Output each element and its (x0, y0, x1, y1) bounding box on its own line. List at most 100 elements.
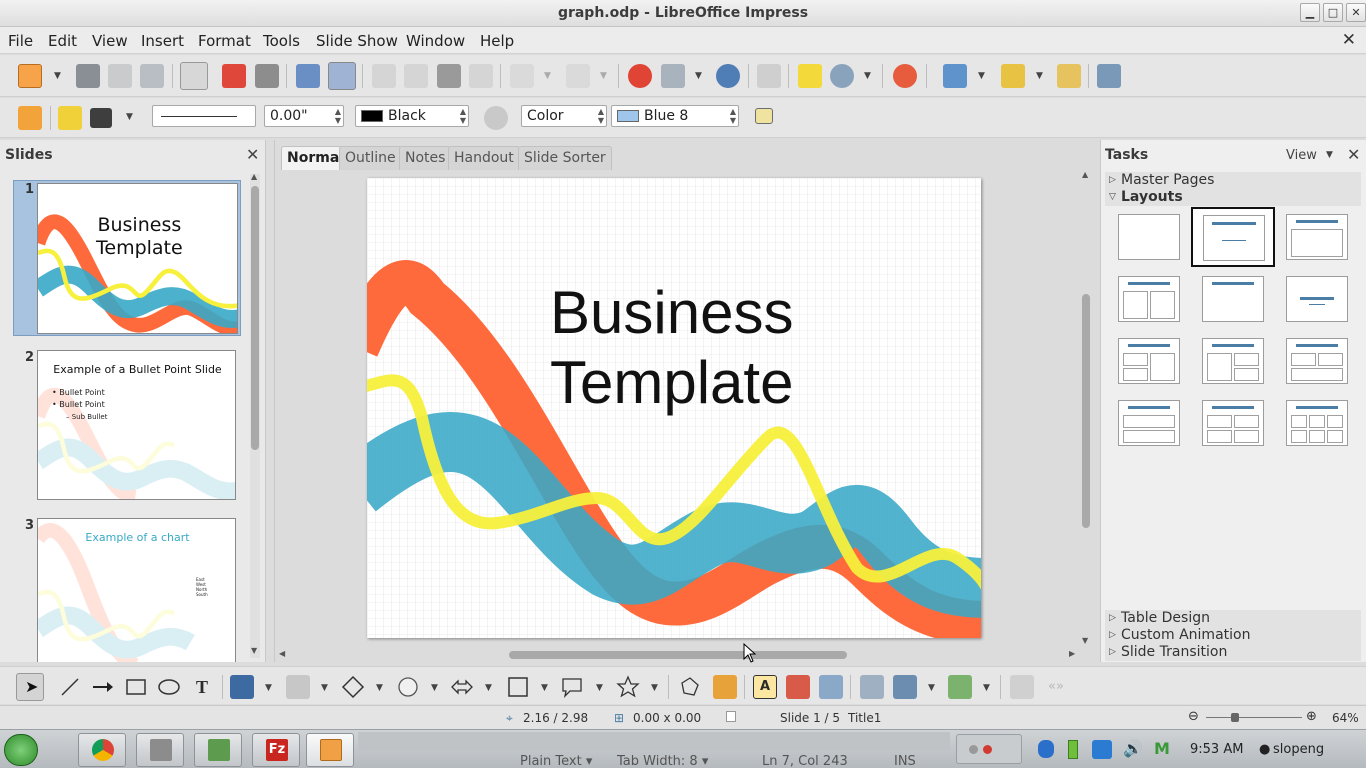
taskbar-chrome[interactable] (78, 733, 126, 767)
workspace-scroll-right-icon[interactable]: ▶ (1069, 649, 1075, 658)
tasks-view-menu[interactable]: View (1286, 148, 1317, 163)
minimize-button[interactable]: ▁ (1300, 3, 1320, 22)
arrow-style-dropdown-icon[interactable]: ▼ (126, 112, 133, 122)
toggle-extrusion-icon[interactable] (1010, 675, 1034, 699)
layout-title-2-content[interactable] (1118, 276, 1180, 322)
connector-dropdown-icon[interactable]: ▼ (321, 683, 328, 693)
clock[interactable]: 9:53 AM (1190, 742, 1243, 757)
menu-edit[interactable]: Edit (48, 32, 77, 50)
spellcheck-icon[interactable] (296, 64, 320, 88)
workspace-vertical-thumb[interactable] (1082, 294, 1090, 528)
basic-shapes-icon[interactable] (341, 675, 365, 699)
autospellcheck-icon[interactable] (328, 62, 356, 90)
styles-formatting-icon[interactable] (18, 106, 42, 130)
slide-layout-dropdown-icon[interactable]: ▼ (978, 71, 985, 81)
redo-dropdown-icon[interactable]: ▼ (600, 71, 607, 81)
close-document-button[interactable]: ✕ (1342, 30, 1356, 50)
area-fill-spinner-icon[interactable]: ▲ ▼ (730, 107, 736, 125)
slides-scrollbar[interactable]: ▲ ▼ (250, 172, 260, 658)
cut-icon[interactable] (372, 64, 396, 88)
arrow-style-icon[interactable] (90, 108, 112, 128)
flowchart-icon[interactable] (506, 675, 530, 699)
line-icon[interactable] (58, 106, 82, 130)
layout-title-6-content[interactable] (1286, 400, 1348, 446)
stars-icon[interactable] (616, 675, 640, 699)
layout-title-only[interactable] (1202, 276, 1264, 322)
table-dropdown-icon[interactable]: ▼ (695, 71, 702, 81)
line-color-select[interactable]: Black ▲ ▼ (355, 105, 469, 127)
tasks-view-dropdown-icon[interactable]: ▼ (1326, 150, 1333, 160)
layout-title-2top-content[interactable] (1286, 338, 1348, 384)
section-master-pages[interactable]: ▷ Master Pages (1105, 172, 1361, 189)
menu-tools[interactable]: Tools (263, 32, 300, 50)
tab-handout[interactable]: Handout (448, 146, 520, 170)
area-fill-select[interactable]: Blue 8 ▲ ▼ (611, 105, 739, 127)
layout-title-content-over-content[interactable] (1118, 400, 1180, 446)
interaction-icon[interactable]: «» (1044, 675, 1068, 699)
tab-outline[interactable]: Outline (339, 146, 402, 170)
undo-icon[interactable] (510, 64, 534, 88)
section-table-design[interactable]: ▷ Table Design (1105, 610, 1361, 627)
callouts-icon[interactable] (560, 675, 584, 699)
select-arrow-icon[interactable]: ➤ (16, 673, 44, 701)
curve-dropdown-icon[interactable]: ▼ (265, 683, 272, 693)
stars-dropdown-icon[interactable]: ▼ (651, 683, 658, 693)
glue-points-icon[interactable] (713, 675, 737, 699)
paste-icon[interactable] (437, 64, 461, 88)
curve-tool-icon[interactable] (230, 675, 254, 699)
taskbar-window-switcher[interactable] (956, 734, 1022, 764)
zoom-level[interactable]: 64% (1332, 711, 1359, 725)
line-width-field[interactable]: 0.00" ▲ ▼ (264, 105, 344, 127)
open-icon[interactable] (76, 64, 100, 88)
text-tool-icon[interactable]: T (190, 675, 214, 699)
zoom-out-icon[interactable]: ⊖ (1188, 709, 1199, 724)
symbol-shapes-icon[interactable] (396, 675, 420, 699)
slide-thumbnail-1[interactable]: Business Template (37, 183, 238, 334)
line-color-spinner-icon[interactable]: ▲ ▼ (460, 107, 466, 125)
section-slide-transition[interactable]: ▷ Slide Transition (1105, 644, 1361, 661)
workspace-horizontal-thumb[interactable] (509, 651, 847, 659)
rectangle-tool-icon[interactable] (124, 675, 148, 699)
menu-view[interactable]: View (92, 32, 128, 50)
export-pdf-icon[interactable] (222, 64, 246, 88)
helplines-icon[interactable] (798, 64, 822, 88)
save-icon[interactable] (108, 64, 132, 88)
display-views-dropdown-icon[interactable]: ▼ (1036, 71, 1043, 81)
menu-format[interactable]: Format (198, 32, 251, 50)
tab-slide-sorter[interactable]: Slide Sorter (518, 146, 612, 170)
points-icon[interactable] (678, 675, 702, 699)
slides-scrollbar-thumb[interactable] (251, 186, 259, 450)
grid-icon[interactable] (757, 64, 781, 88)
zoom-slider-thumb[interactable] (1231, 713, 1239, 722)
layout-title-content[interactable] (1286, 214, 1348, 260)
zoom-icon[interactable] (830, 64, 854, 88)
section-custom-animation[interactable]: ▷ Custom Animation (1105, 627, 1361, 644)
block-arrows-icon[interactable] (450, 675, 474, 699)
email-icon[interactable] (140, 64, 164, 88)
wifi-icon[interactable] (1092, 740, 1112, 759)
menu-slide-show[interactable]: Slide Show (316, 32, 398, 50)
flowchart-dropdown-icon[interactable]: ▼ (541, 683, 548, 693)
arrange-icon[interactable] (948, 675, 972, 699)
slide-canvas[interactable]: Business Template (367, 178, 981, 638)
close-window-button[interactable]: ✕ (1346, 3, 1366, 22)
workspace-horizontal-scrollbar[interactable]: ◀ ▶ (279, 648, 1079, 662)
section-layouts[interactable]: ▽ Layouts (1105, 189, 1361, 206)
zoom-in-icon[interactable]: ⊕ (1306, 709, 1317, 724)
taskbar-filezilla[interactable]: Fz (252, 733, 300, 767)
area-style-select[interactable]: Color ▲ ▼ (521, 105, 607, 127)
line-width-spinner-icon[interactable]: ▲ ▼ (335, 107, 341, 125)
slide-thumbnail-3[interactable]: Example of a chart East West North South (37, 518, 236, 662)
layout-title-slide-selected[interactable] (1191, 207, 1275, 267)
new-document-icon[interactable] (18, 64, 42, 88)
tasks-pane-close-button[interactable]: ✕ (1347, 145, 1360, 164)
slide-title[interactable]: Business Template (550, 278, 793, 418)
slide-layout-icon[interactable] (943, 64, 967, 88)
arrange-dropdown-icon[interactable]: ▼ (983, 683, 990, 693)
layout-title-content-2right[interactable] (1202, 338, 1264, 384)
new-dropdown-icon[interactable]: ▼ (54, 71, 61, 81)
gallery-icon[interactable] (819, 675, 843, 699)
scroll-down-icon[interactable]: ▼ (251, 646, 257, 655)
menu-help[interactable]: Help (480, 32, 514, 50)
user-name[interactable]: slopeng (1273, 742, 1324, 757)
